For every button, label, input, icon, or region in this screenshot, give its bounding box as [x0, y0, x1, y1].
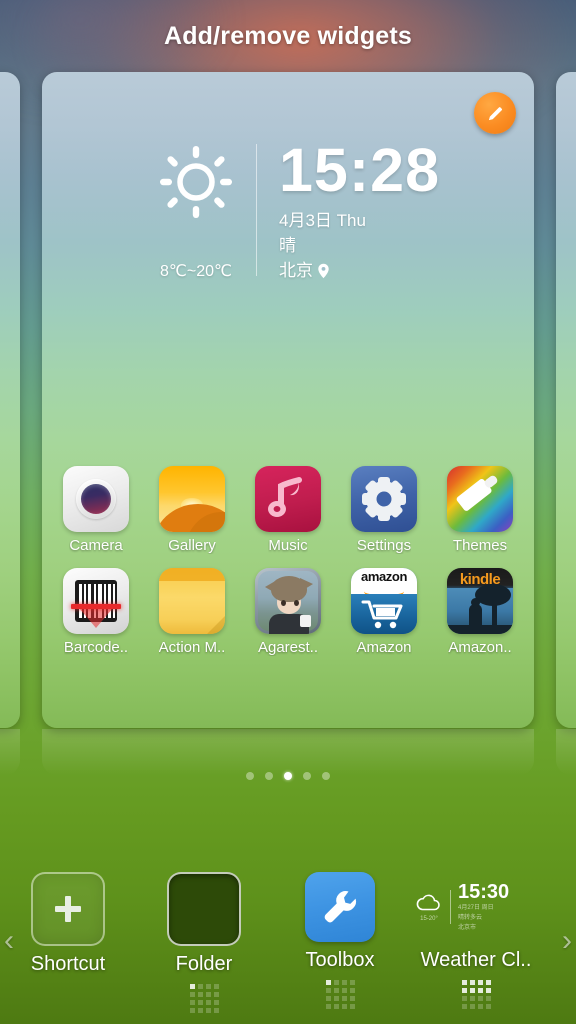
page-preview-background	[0, 72, 20, 728]
tray-item-shortcut[interactable]: Shortcut	[0, 872, 136, 976]
page-dot[interactable]	[322, 772, 330, 780]
pencil-icon[interactable]	[474, 92, 516, 134]
app-label: Amazon	[356, 639, 412, 656]
app-agarest[interactable]: Agarest..	[246, 568, 330, 656]
app-row: Barcode.. Action M.. Agarest.. amazon Am…	[42, 568, 534, 656]
city-label: 北京	[278, 261, 313, 280]
home-screen-widget-picker: Add/remove widgets 8℃~20℃ 15:28 4月3日 Thu…	[0, 0, 576, 1024]
app-settings[interactable]: Settings	[342, 466, 426, 554]
folder-thumbnail-icon	[167, 872, 241, 946]
widget-divider	[255, 144, 257, 276]
app-label: Amazon..	[448, 639, 512, 656]
app-amazon[interactable]: amazon Amazon	[342, 568, 426, 656]
chevron-right-icon[interactable]: ›	[562, 926, 572, 956]
page-reflection-right	[556, 729, 576, 775]
page-indicator	[0, 772, 576, 780]
temperature-range: 8℃~20℃	[159, 263, 232, 280]
tray-weather-time: 15:30	[458, 881, 510, 903]
cloud-icon	[416, 894, 440, 910]
page-dot[interactable]	[246, 772, 254, 780]
plus-icon	[31, 872, 105, 946]
clock-time: 15:28	[278, 136, 440, 204]
tray-item-label: Weather Cl..	[420, 949, 532, 971]
tray-item-label: Shortcut	[30, 953, 106, 975]
page-preview-background	[556, 72, 576, 728]
app-kindle[interactable]: kindle Amazon..	[438, 568, 522, 656]
themes-brush-icon	[447, 466, 513, 532]
app-camera[interactable]: Camera	[54, 466, 138, 554]
tray-weather-temp: 15-20°	[420, 915, 438, 922]
widget-tray: Shortcut Folder Toolbox 15-20° 15:30 4月2…	[0, 872, 576, 1024]
page-title: Add/remove widgets	[163, 21, 413, 50]
music-icon	[255, 466, 321, 532]
app-label: Action M..	[158, 639, 226, 656]
weather-section: 8℃~20℃	[136, 140, 256, 281]
settings-gear-icon	[351, 466, 417, 532]
app-gallery[interactable]: Gallery	[150, 466, 234, 554]
page-dot[interactable]	[265, 772, 273, 780]
tray-item-weather-clock[interactable]: 15-20° 15:30 4月27日 周日 晴转多云 北京市 Weather C…	[408, 872, 544, 1009]
agarest-game-icon	[255, 568, 321, 634]
page-reflection-left	[0, 729, 20, 775]
page-dot[interactable]	[303, 772, 311, 780]
app-label: Camera	[69, 537, 123, 554]
tray-item-label: Folder	[175, 953, 233, 975]
app-label: Music	[268, 537, 308, 554]
app-label: Agarest..	[257, 639, 319, 656]
sun-icon	[158, 144, 234, 225]
location-pin-icon	[317, 263, 330, 279]
widget-size-grid	[461, 980, 491, 1009]
app-label: Settings	[356, 537, 412, 554]
app-music[interactable]: Music	[246, 466, 330, 554]
page-reflection-main	[42, 729, 534, 775]
tray-item-toolbox[interactable]: Toolbox	[272, 872, 408, 1009]
tray-weather-line2: 晴转多云	[458, 915, 483, 921]
weather-clock-icon: 15-20° 15:30 4月27日 周日 晴转多云 北京市	[415, 872, 537, 942]
weather-condition: 晴	[278, 236, 296, 255]
camera-icon	[63, 466, 129, 532]
chevron-left-icon[interactable]: ‹	[4, 926, 14, 956]
app-label: Barcode..	[63, 639, 129, 656]
tray-weather-line1: 4月27日 周日	[458, 905, 494, 911]
app-action-memo[interactable]: Action M..	[150, 568, 234, 656]
app-barcode[interactable]: Barcode..	[54, 568, 138, 656]
app-label: Gallery	[168, 537, 216, 554]
wrench-icon	[305, 872, 375, 942]
tray-item-folder[interactable]: Folder	[136, 872, 272, 1013]
action-memo-icon	[159, 568, 225, 634]
tray-item-label: Toolbox	[305, 949, 375, 971]
tray-weather-line3: 北京市	[458, 925, 477, 931]
page-preview-right[interactable]	[556, 72, 576, 728]
app-themes[interactable]: Themes	[438, 466, 522, 554]
title-bar: Add/remove widgets	[0, 0, 576, 72]
page-preview-left[interactable]	[0, 72, 20, 728]
kindle-icon: kindle	[447, 568, 513, 634]
widget-size-grid	[325, 980, 355, 1009]
app-row: Camera Gallery Music Settings Themes	[42, 466, 534, 554]
app-grid: Camera Gallery Music Settings Themes Bar…	[42, 466, 534, 670]
clock-section: 15:28 4月3日 Thu 晴 北京	[279, 140, 440, 281]
amazon-cart-icon: amazon	[351, 568, 417, 634]
gallery-icon	[159, 466, 225, 532]
clock-date: 4月3日 Thu	[278, 211, 366, 230]
app-label: Themes	[452, 537, 508, 554]
page-dot-active[interactable]	[284, 772, 292, 780]
widget-size-grid	[189, 984, 219, 1013]
home-page-preview[interactable]: 8℃~20℃ 15:28 4月3日 Thu 晴 北京 Camera Galler…	[42, 72, 534, 728]
weather-clock-widget[interactable]: 8℃~20℃ 15:28 4月3日 Thu 晴 北京	[42, 140, 534, 370]
city-row: 北京	[279, 260, 440, 281]
barcode-scanner-icon	[63, 568, 129, 634]
